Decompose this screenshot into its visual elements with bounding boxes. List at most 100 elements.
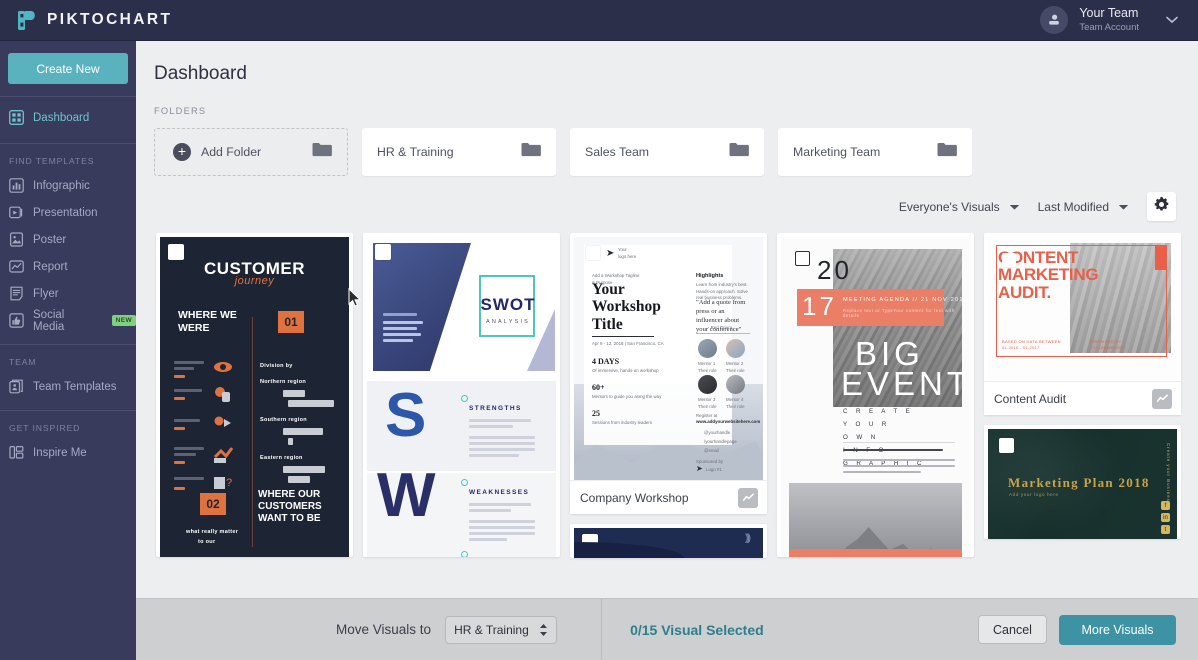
folder-icon	[312, 142, 332, 162]
select-checkbox[interactable]	[586, 246, 600, 260]
cj-region-label: Eastern region	[260, 455, 303, 461]
account-menu[interactable]: Your Team Team Account	[1040, 0, 1198, 40]
sidebar-divider-2	[0, 143, 136, 144]
filter-owner-label: Everyone's Visuals	[899, 200, 1000, 214]
cj-region-label: Southern region	[260, 417, 307, 423]
folder-card-sales-team[interactable]: Sales Team	[570, 128, 764, 176]
sidebar-group-get-inspired: GET INSPIRED	[0, 423, 136, 433]
cj-bar	[288, 476, 310, 483]
visual-card-marketing-plan[interactable]: Marketing Plan 2018 Add your logo here C…	[984, 425, 1181, 539]
content-audit-footer-left: BASED ON DATA BETWEEN01.2016 - 01.2017	[1002, 339, 1061, 351]
add-folder-button[interactable]: + Add Folder	[154, 128, 348, 176]
thumbs-up-icon	[8, 313, 24, 329]
cj-heading: WHERE WEWERE	[178, 309, 237, 335]
visual-card-big-event[interactable]: 20 17 MEETING AGENDA // 21 NOV 2017 Repl…	[777, 233, 974, 557]
swot-art: SWOT ANALYSIS S STRENGTHS	[367, 237, 556, 557]
sidebar-item-inspire-me[interactable]: Inspire Me	[0, 439, 136, 466]
select-checkbox[interactable]	[1002, 253, 1016, 267]
sidebar-item-report[interactable]: Report	[0, 253, 136, 280]
chart-line-icon[interactable]	[1152, 389, 1172, 409]
sidebar-divider-3	[0, 344, 136, 345]
chart-line-icon[interactable]	[738, 488, 758, 508]
folder-card-marketing-team[interactable]: Marketing Team	[778, 128, 972, 176]
selection-count: 0/15 Visual Selected	[630, 622, 764, 638]
cancel-button[interactable]: Cancel	[978, 615, 1047, 644]
cj-footnote-2: to our	[198, 539, 215, 545]
select-checkbox[interactable]	[375, 244, 391, 260]
swot-section-strengths: STRENGTHS	[469, 405, 522, 412]
ca-line-2: MARKETING	[998, 266, 1098, 283]
piktochart-logo-icon	[17, 10, 38, 31]
sidebar-group-find-templates: FIND TEMPLATES	[0, 156, 136, 166]
visual-title: Content Audit	[994, 392, 1066, 406]
select-checkbox[interactable]	[168, 244, 184, 260]
filter-owner-dropdown[interactable]: Everyone's Visuals	[899, 198, 1020, 216]
piktochart-dashboard-app: PIKTOCHART Your Team Team Account Create…	[0, 0, 1198, 660]
sidebar-item-poster[interactable]: Poster	[0, 226, 136, 253]
visual-card-customer-journey[interactable]: CUSTOMER journey WHERE WEWERE 01 Divisio…	[156, 233, 353, 557]
more-visuals-button[interactable]: More Visuals	[1059, 615, 1176, 645]
create-new-button[interactable]: Create New	[8, 53, 128, 84]
customer-journey-art: CUSTOMER journey WHERE WEWERE 01 Divisio…	[160, 237, 349, 557]
flyer-icon	[8, 286, 24, 302]
select-checkbox[interactable]	[795, 251, 810, 266]
swot-section-weaknesses: WEAKNESSES	[469, 489, 529, 496]
marketing-plan-title: Marketing Plan 2018	[1008, 475, 1150, 491]
cj-caption	[174, 361, 204, 364]
visual-card-partial[interactable]: )))	[570, 524, 767, 558]
account-text: Your Team Team Account	[1079, 6, 1139, 33]
cj-bar	[288, 438, 293, 445]
swot-subtitle: ANALYSIS	[477, 319, 539, 325]
cj-icon	[212, 357, 234, 377]
workshop-quote-attr: - Red Opera	[708, 325, 732, 332]
swot-letter-w: W	[377, 465, 436, 527]
workshop-art: ➤ Yourlogo here Add a Workshop Tagline& …	[574, 237, 763, 480]
cj-icon	[212, 415, 234, 435]
cj-region-label: Northern region	[260, 379, 306, 385]
team-templates-icon	[8, 379, 24, 395]
filters-row: Everyone's Visuals Last Modified	[154, 192, 1198, 221]
select-checkbox[interactable]	[999, 438, 1014, 453]
visual-card-company-workshop[interactable]: ➤ Yourlogo here Add a Workshop Tagline& …	[570, 233, 767, 514]
sidebar-item-team-templates[interactable]: Team Templates	[0, 373, 136, 400]
filter-sort-label: Last Modified	[1038, 200, 1109, 214]
sidebar-item-infographic[interactable]: Infographic	[0, 172, 136, 199]
partial-decoration: )))	[745, 533, 749, 544]
workshop-stat-note: Of immersive, hands-on workshop	[592, 368, 692, 375]
thumbnail: ➤ Yourlogo here Add a Workshop Tagline& …	[574, 237, 763, 480]
folder-card-hr-training[interactable]: HR & Training	[362, 128, 556, 176]
cj-caption	[174, 427, 185, 430]
folder-icon	[937, 142, 957, 162]
partial-art: )))	[574, 528, 763, 558]
workshop-social: @yourhandle	[704, 430, 730, 437]
move-target-value: HR & Training	[454, 623, 529, 637]
workshop-stat-value: 60+	[592, 383, 605, 392]
report-chart-icon	[8, 259, 24, 275]
event-year-bottom: 17	[802, 291, 837, 322]
settings-button[interactable]	[1147, 192, 1176, 221]
workshop-stat-note: Sessions from industry leaders	[592, 420, 692, 427]
social-icon-twitter: t	[1161, 525, 1170, 534]
sidebar-item-presentation[interactable]: Presentation	[0, 199, 136, 226]
cj-step-one: 01	[278, 311, 304, 333]
move-visuals-group: Move Visuals to HR & Training	[336, 616, 557, 644]
visuals-column: SWOT ANALYSIS S STRENGTHS	[363, 233, 560, 558]
move-target-select[interactable]: HR & Training	[445, 616, 557, 644]
sidebar-item-dashboard[interactable]: Dashboard	[0, 104, 136, 131]
chevron-down-icon[interactable]	[1150, 16, 1190, 24]
visual-card-label: Content Audit	[984, 381, 1181, 415]
brand-name: PIKTOCHART	[47, 11, 172, 29]
visuals-column: CONTENT MARKETING AUDIT. BASED ON DATA B…	[984, 233, 1181, 558]
brand-logo[interactable]: PIKTOCHART	[0, 10, 172, 31]
filter-sort-dropdown[interactable]: Last Modified	[1038, 198, 1129, 216]
visual-card-swot-analysis[interactable]: SWOT ANALYSIS S STRENGTHS	[363, 233, 560, 557]
sidebar-item-social-media[interactable]: Social Media NEW	[0, 307, 136, 334]
thumbnail: 20 17 MEETING AGENDA // 21 NOV 2017 Repl…	[781, 237, 970, 557]
sidebar-item-label: Dashboard	[33, 112, 89, 124]
sidebar-item-flyer[interactable]: Flyer	[0, 280, 136, 307]
visual-card-content-audit[interactable]: CONTENT MARKETING AUDIT. BASED ON DATA B…	[984, 233, 1181, 415]
sidebar-item-label: Flyer	[33, 288, 59, 300]
sidebar-item-label: Presentation	[33, 207, 98, 219]
workshop-stat-value: 25	[592, 409, 600, 418]
select-checkbox[interactable]	[582, 534, 598, 550]
